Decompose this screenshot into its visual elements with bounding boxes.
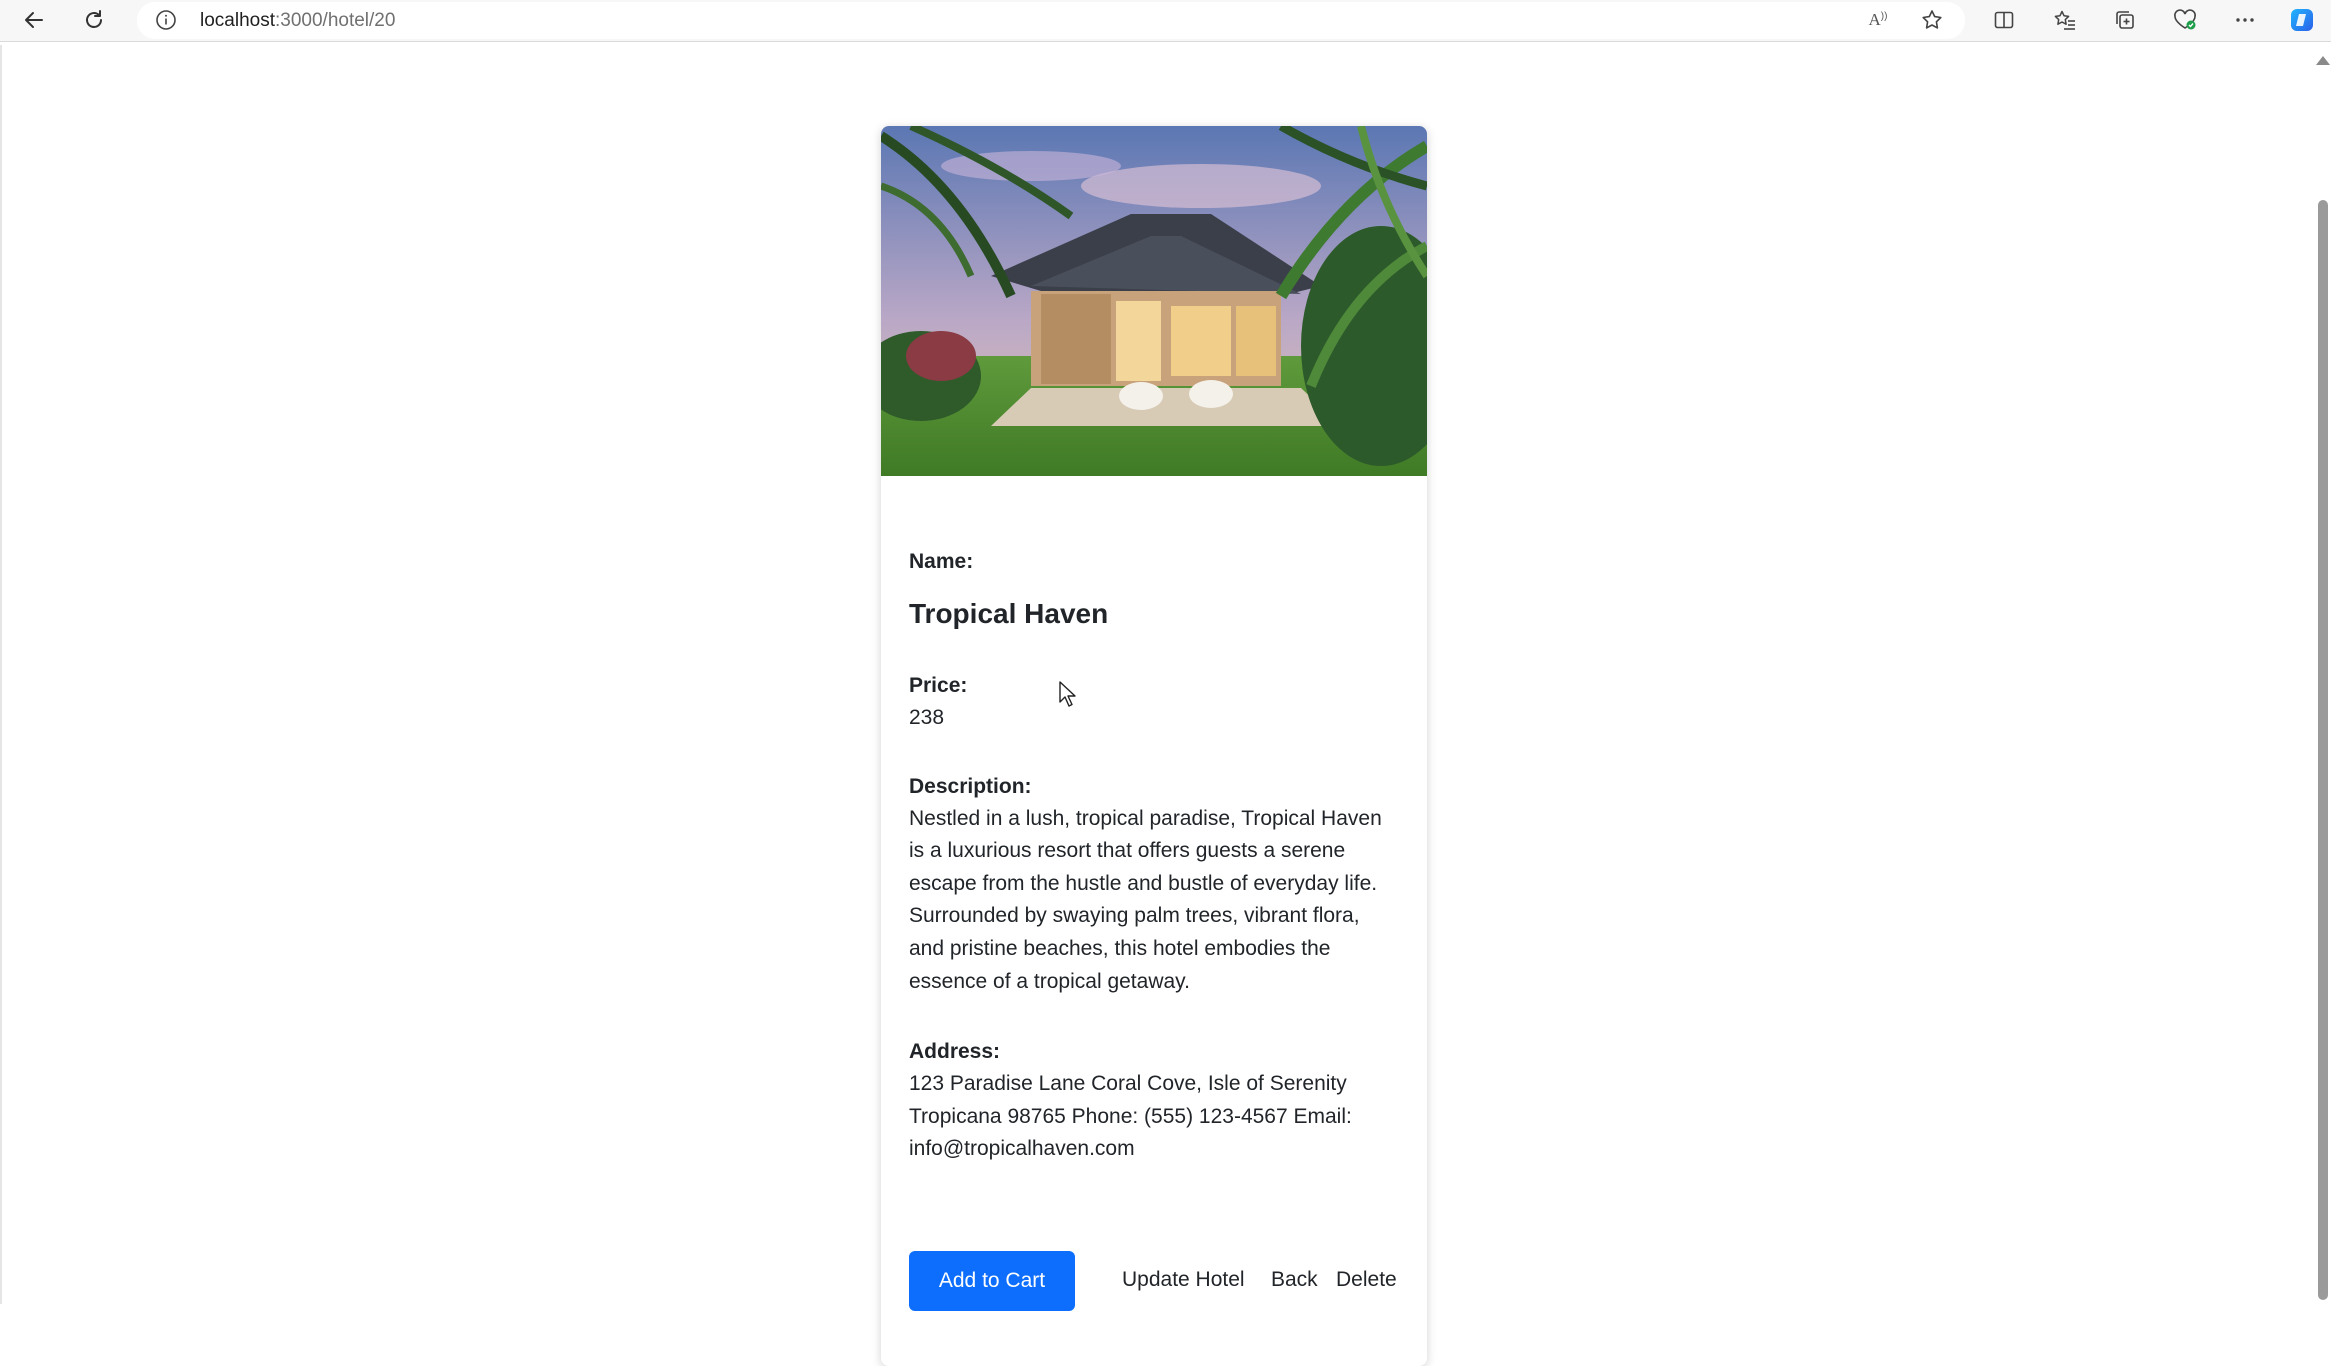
hotel-name: Tropical Haven xyxy=(909,598,1109,629)
description-line: essence of a tropical getaway. xyxy=(909,969,1190,993)
url-host: localhost xyxy=(200,10,275,31)
description-line: is a luxurious resort that offers guests… xyxy=(909,839,1346,863)
scrollbar-thumb[interactable] xyxy=(2318,200,2328,1300)
url-path: :3000/hotel/20 xyxy=(275,10,396,31)
address-bar[interactable]: localhost:3000/hotel/20 xyxy=(137,2,1965,39)
mouse-cursor-icon xyxy=(1059,681,1076,707)
back-arrow-icon[interactable] xyxy=(18,4,50,36)
more-options-icon[interactable] xyxy=(2229,4,2261,36)
favorites-list-icon[interactable] xyxy=(2049,4,2081,36)
hotel-card: Name: Tropical Haven Price: 238 Descript… xyxy=(881,126,1427,1366)
update-hotel-button[interactable]: Update Hotel xyxy=(1122,1268,1245,1292)
url-text[interactable]: localhost:3000/hotel/20 xyxy=(200,2,395,39)
add-to-cart-button[interactable]: Add to Cart xyxy=(909,1251,1075,1311)
site-info-icon[interactable] xyxy=(155,9,177,36)
browser-toolbar: localhost:3000/hotel/20 A)) xyxy=(0,0,2331,42)
description-label: Description: xyxy=(909,774,1032,798)
scroll-up-arrow-icon[interactable] xyxy=(2316,56,2330,65)
browser-essentials-icon[interactable] xyxy=(2169,4,2201,36)
delete-button[interactable]: Delete xyxy=(1336,1268,1397,1292)
price-label: Price: xyxy=(909,674,968,697)
description-line: Nestled in a lush, tropical paradise, Tr… xyxy=(909,806,1382,830)
description-line: and pristine beaches, this hotel embodie… xyxy=(909,936,1331,960)
description-line: Surrounded by swaying palm trees, vibran… xyxy=(909,904,1360,928)
back-button[interactable]: Back xyxy=(1271,1268,1318,1292)
description-line: escape from the hustle and bustle of eve… xyxy=(909,871,1378,895)
hotel-details: Name: Tropical Haven Price: 238 Descript… xyxy=(909,546,1409,1166)
address-line: info@tropicalhaven.com xyxy=(909,1137,1135,1161)
scrollbar[interactable] xyxy=(2309,45,2331,1304)
name-label: Name: xyxy=(909,550,974,573)
read-aloud-icon[interactable]: A)) xyxy=(1862,4,1894,36)
address-line: 123 Paradise Lane Coral Cove, Isle of Se… xyxy=(909,1072,1347,1096)
read-aloud-label: A xyxy=(1868,10,1881,29)
favorite-star-icon[interactable] xyxy=(1916,4,1948,36)
hotel-photo xyxy=(881,126,1427,476)
collections-icon[interactable] xyxy=(2109,4,2141,36)
copilot-icon[interactable] xyxy=(2286,4,2318,36)
address-label: Address: xyxy=(909,1040,1001,1064)
address-line: Tropicana 98765 Phone: (555) 123-4567 Em… xyxy=(909,1104,1352,1128)
refresh-icon[interactable] xyxy=(78,4,110,36)
price-value: 238 xyxy=(909,706,945,729)
split-screen-icon[interactable] xyxy=(1988,4,2020,36)
